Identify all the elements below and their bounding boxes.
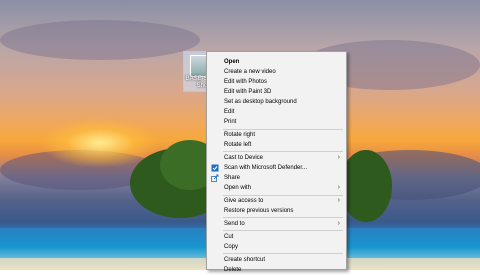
menu-item-send-to[interactable]: Send to › (207, 219, 346, 229)
menu-separator (223, 151, 343, 152)
menu-item-set-background[interactable]: Set as desktop background (207, 97, 346, 107)
chevron-right-icon: › (337, 154, 340, 161)
chevron-right-icon: › (337, 197, 340, 204)
chevron-right-icon: › (337, 184, 340, 191)
menu-item-create-shortcut[interactable]: Create shortcut (207, 255, 346, 265)
menu-item-copy[interactable]: Copy (207, 242, 346, 252)
menu-item-print[interactable]: Print (207, 117, 346, 127)
context-menu: Open Create a new video Edit with Photos… (206, 51, 347, 273)
menu-item-share[interactable]: Share (207, 173, 346, 183)
menu-item-open[interactable]: Open (207, 57, 346, 67)
menu-item-create-video[interactable]: Create a new video (207, 67, 346, 77)
cloud (0, 20, 200, 60)
menu-item-rotate-right[interactable]: Rotate right (207, 130, 346, 140)
menu-item-cut[interactable]: Cut (207, 232, 346, 242)
chevron-right-icon: › (337, 220, 340, 227)
menu-item-rotate-left[interactable]: Rotate left (207, 140, 346, 150)
tree-canopy (340, 150, 392, 222)
menu-item-give-access[interactable]: Give access to › (207, 196, 346, 206)
menu-separator (223, 230, 343, 231)
menu-item-delete[interactable]: Delete (207, 265, 346, 275)
menu-item-scan[interactable]: Scan with Microsoft Defender... (207, 163, 346, 173)
menu-item-restore[interactable]: Restore previous versions (207, 206, 346, 216)
menu-item-cast[interactable]: Cast to Device › (207, 153, 346, 163)
menu-item-edit-paint3d[interactable]: Edit with Paint 3D (207, 87, 346, 97)
menu-separator (223, 253, 343, 254)
share-icon (211, 174, 219, 182)
menu-item-edit[interactable]: Edit (207, 107, 346, 117)
defender-shield-icon (211, 164, 219, 172)
menu-separator (223, 217, 343, 218)
menu-item-open-with[interactable]: Open with › (207, 183, 346, 193)
menu-item-edit-photos[interactable]: Edit with Photos (207, 77, 346, 87)
